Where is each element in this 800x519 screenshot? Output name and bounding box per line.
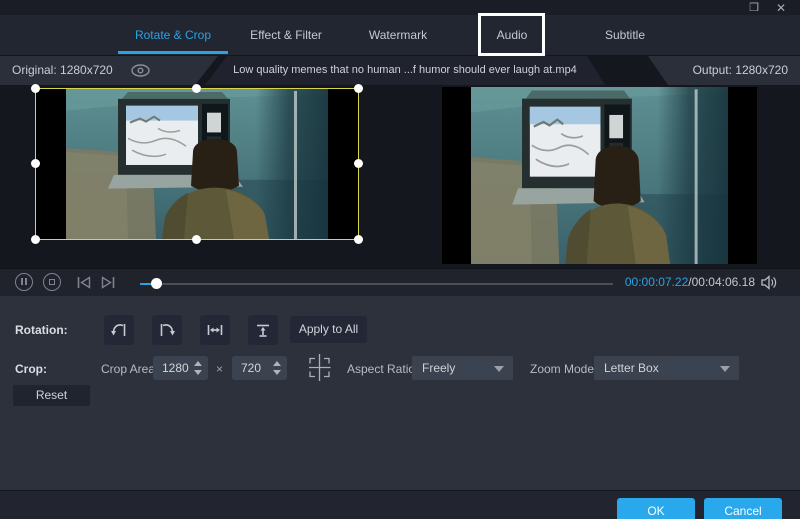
video-scene [66,89,328,239]
close-icon[interactable]: ✕ [773,1,789,15]
apply-to-all-button[interactable]: Apply to All [290,316,367,343]
output-scene-wrap [471,87,728,264]
crop-frame[interactable] [35,88,359,240]
pause-button[interactable] [15,273,33,291]
output-resolution-label: Output: 1280x720 [693,56,788,84]
crop-height-spin-down[interactable] [273,370,281,375]
tab-watermark[interactable]: Watermark [356,15,440,55]
crop-height-spinner [232,356,287,380]
tab-audio[interactable]: Audio [484,15,540,55]
flip-vertical-icon [254,321,272,339]
crop-height-spin-up[interactable] [273,361,281,366]
tab-rotate-crop[interactable]: Rotate & Crop [118,15,228,55]
crop-handle-bottom-right[interactable] [354,235,363,244]
zoom-mode-value: Letter Box [604,356,659,380]
volume-icon[interactable] [760,275,778,290]
multiply-sign: × [216,362,223,376]
ok-button[interactable]: OK [617,498,695,519]
crop-width-spin-up[interactable] [194,361,202,366]
zoom-mode-dropdown[interactable]: Letter Box [594,356,739,380]
crop-handle-bottom-center[interactable] [192,235,201,244]
tab-bar: Rotate & Crop Effect & Filter Watermark … [0,15,800,56]
tab-effect-filter[interactable]: Effect & Filter [238,15,334,55]
crop-position-icon[interactable] [306,354,333,381]
crop-handle-middle-left[interactable] [31,159,40,168]
rotate-right-button[interactable] [152,315,182,345]
original-video-preview [66,89,328,239]
seek-track[interactable] [140,283,613,285]
cancel-button[interactable]: Cancel [704,498,782,519]
next-frame-button[interactable] [100,276,116,289]
reset-button[interactable]: Reset [13,385,90,406]
eye-preview-icon[interactable] [130,63,151,78]
tab-subtitle[interactable]: Subtitle [596,15,654,55]
crop-area-label: Crop Area: [101,362,158,376]
controls-panel: Rotation: [0,296,800,490]
crop-handle-top-center[interactable] [192,84,201,93]
aspect-ratio-dropdown[interactable]: Freely [412,356,513,380]
flip-horizontal-icon [206,321,224,339]
video-editor-window: ❒ ✕ Rotate & Crop Effect & Filter Waterm… [0,0,800,519]
original-resolution-label: Original: 1280x720 [12,56,113,84]
total-time: 00:04:06.18 [692,275,755,289]
rotate-left-button[interactable] [104,315,134,345]
transport-bar: 00:00:07.22/00:04:06.18 [0,268,800,296]
flip-horizontal-button[interactable] [200,315,230,345]
titlebar: ❒ ✕ [0,0,800,15]
crop-width-spin-down[interactable] [194,370,202,375]
stop-icon [49,279,55,285]
crop-height-input[interactable] [232,356,270,380]
crop-handle-bottom-left[interactable] [31,235,40,244]
crop-handle-top-right[interactable] [354,84,363,93]
current-time: 00:00:07.22 [625,275,688,289]
stop-button[interactable] [43,273,61,291]
flip-vertical-button[interactable] [248,315,278,345]
rotation-label: Rotation: [15,323,68,337]
crop-label: Crop: [15,362,47,376]
previous-frame-button[interactable] [76,276,92,289]
crop-handle-middle-right[interactable] [354,159,363,168]
preview-header-strip: Original: 1280x720 Low quality memes tha… [0,56,800,85]
seek-slider[interactable] [140,278,613,290]
chevron-down-icon [720,366,730,372]
output-resolution-block: Output: 1280x720 [648,56,800,85]
crop-width-spinner [153,356,208,380]
crop-width-input[interactable] [153,356,191,380]
video-scene [471,87,728,264]
footer-bar: OK Cancel [0,490,800,519]
aspect-ratio-value: Freely [422,356,455,380]
zoom-mode-label: Zoom Mode: [530,362,597,376]
maximize-icon[interactable]: ❒ [746,1,762,15]
chevron-down-icon [494,366,504,372]
video-filename: Low quality memes that no human ...f hum… [205,56,605,84]
active-tab-underline [118,51,228,54]
pause-icon [21,278,27,285]
timecode: 00:00:07.22/00:04:06.18 [610,269,755,296]
crop-handle-top-left[interactable] [31,84,40,93]
rotate-right-icon [158,321,176,339]
seek-thumb[interactable] [151,278,162,289]
filename-block: Low quality memes that no human ...f hum… [205,56,605,85]
preview-stage [0,85,800,268]
original-resolution-block: Original: 1280x720 [0,56,218,85]
output-video-preview [442,87,757,264]
aspect-ratio-label: Aspect Ratio: [347,362,418,376]
rotate-left-icon [110,321,128,339]
